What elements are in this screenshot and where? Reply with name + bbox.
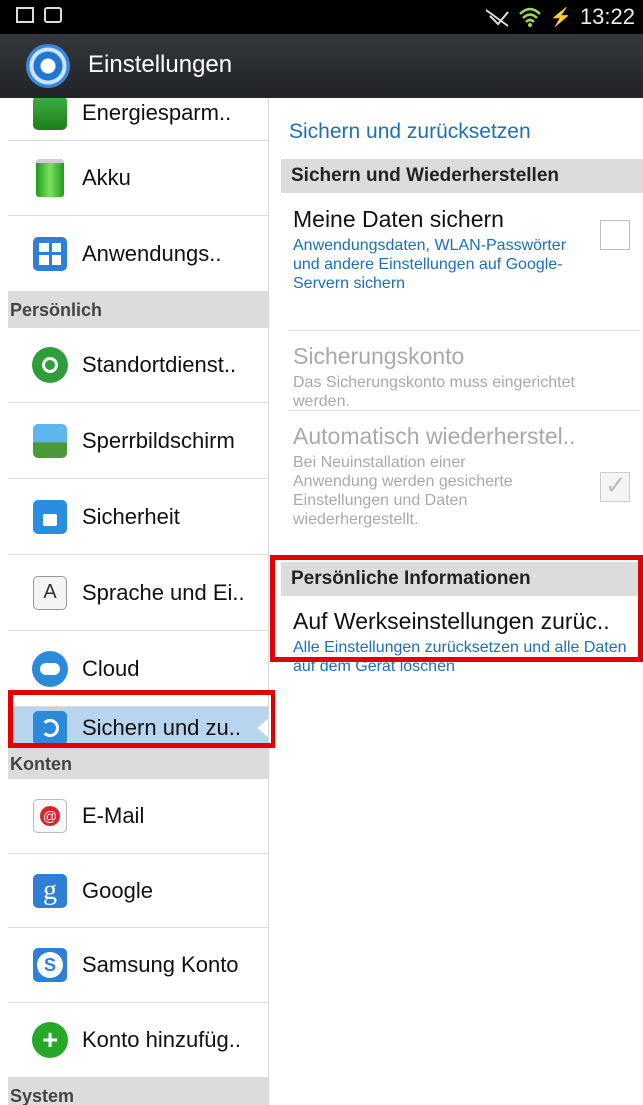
- sidebar-item-email[interactable]: @ E-Mail: [8, 779, 268, 854]
- mute-icon: [484, 9, 509, 27]
- sidebar-item-add-account[interactable]: + Konto hinzufüg..: [8, 1003, 268, 1078]
- cloud-icon: [31, 650, 69, 688]
- backup-my-data-option[interactable]: Meine Daten sichern Anwendungsdaten, WLA…: [293, 206, 623, 293]
- section-header-accounts: Konten: [8, 749, 268, 779]
- sidebar-item-google[interactable]: g Google: [8, 854, 268, 928]
- sidebar-item-label: Sprache und Ei..: [82, 579, 245, 605]
- action-bar: Einstellungen: [0, 34, 643, 98]
- location-icon: [31, 346, 69, 384]
- sidebar-item-label: Standortdienst..: [82, 352, 237, 377]
- sidebar-item-label: Anwendungs..: [82, 240, 222, 266]
- battery-icon: [31, 159, 69, 197]
- energy-icon: [31, 98, 69, 132]
- screenshot-icon: [16, 7, 34, 23]
- sidebar-item-label: Sperrbildschirm: [82, 427, 235, 453]
- email-icon: @: [31, 797, 69, 835]
- auto-restore-checkbox: [600, 471, 630, 502]
- camera-icon: [44, 7, 62, 23]
- auto-restore-option: Automatisch wiederherstel.. Bei Neuinsta…: [293, 423, 623, 529]
- divider: [289, 410, 639, 411]
- sidebar-item-label: Sicherheit: [82, 503, 180, 529]
- sidebar-item-location[interactable]: Standortdienst..: [8, 328, 268, 403]
- highlight-frame-right: [270, 555, 643, 662]
- backup-my-data-checkbox[interactable]: [600, 220, 630, 250]
- sidebar-item-label: Cloud: [82, 655, 140, 681]
- lockscreen-icon: [31, 422, 69, 460]
- option-title: Meine Daten sichern: [293, 206, 504, 232]
- sidebar-item-lockscreen[interactable]: Sperrbildschirm: [8, 403, 268, 479]
- sidebar-item-label: Konto hinzufüg..: [82, 1027, 242, 1052]
- google-icon: g: [31, 872, 69, 910]
- sidebar-item-energy[interactable]: Energiesparm..: [8, 98, 268, 141]
- settings-gear-icon[interactable]: [26, 44, 70, 88]
- settings-category-list[interactable]: Energiesparm.. Akku Anwendungs.. Persönl…: [8, 98, 269, 1105]
- section-header-personal: Persönlich: [8, 292, 268, 328]
- sidebar-item-label: Google: [82, 877, 153, 903]
- language-icon: A: [31, 574, 69, 612]
- sidebar-item-security[interactable]: Sicherheit: [8, 479, 268, 555]
- battery-charging-icon: ⚡: [549, 6, 572, 27]
- lock-icon: [31, 498, 69, 536]
- sidebar-item-label: E-Mail: [82, 803, 145, 828]
- sidebar-item-samsung-account[interactable]: S Samsung Konto: [8, 928, 268, 1003]
- section-header-backup: Sichern und Wiederherstellen: [281, 159, 643, 193]
- app-title: Einstellungen: [88, 51, 233, 78]
- backup-account-option: Sicherungskonto Das Sicherungskonto muss…: [293, 343, 623, 411]
- samsung-icon: S: [31, 946, 69, 984]
- section-header-system: System: [8, 1078, 268, 1105]
- settings-screen: ⚡ 13:22 Einstellungen Energiesparm.. Akk…: [0, 0, 643, 1105]
- page-title: Sichern und zurücksetzen: [289, 120, 531, 143]
- option-subtitle: Anwendungsdaten, WLAN-Passwörter und and…: [293, 237, 567, 292]
- highlight-frame-left: [8, 690, 276, 748]
- add-account-icon: +: [31, 1021, 69, 1059]
- sidebar-item-apps[interactable]: Anwendungs..: [8, 216, 268, 292]
- divider: [289, 330, 639, 331]
- sidebar-item-label: Samsung Konto: [82, 952, 239, 977]
- sidebar-item-label: Energiesparm..: [82, 100, 232, 125]
- sidebar-item-language[interactable]: A Sprache und Ei..: [8, 555, 268, 631]
- option-title: Sicherungskonto: [293, 343, 465, 369]
- sidebar-item-battery[interactable]: Akku: [8, 141, 268, 216]
- sidebar-item-label: Akku: [82, 165, 131, 190]
- status-bar: ⚡ 13:22: [0, 0, 643, 34]
- option-subtitle: Bei Neuinstallation einer Anwendung werd…: [293, 454, 513, 528]
- option-subtitle: Das Sicherungskonto muss eingerichtet we…: [293, 374, 575, 410]
- wifi-icon: [518, 7, 541, 27]
- clock: 13:22: [579, 4, 635, 29]
- apps-icon: [31, 235, 69, 273]
- option-title: Automatisch wiederherstel..: [293, 423, 576, 449]
